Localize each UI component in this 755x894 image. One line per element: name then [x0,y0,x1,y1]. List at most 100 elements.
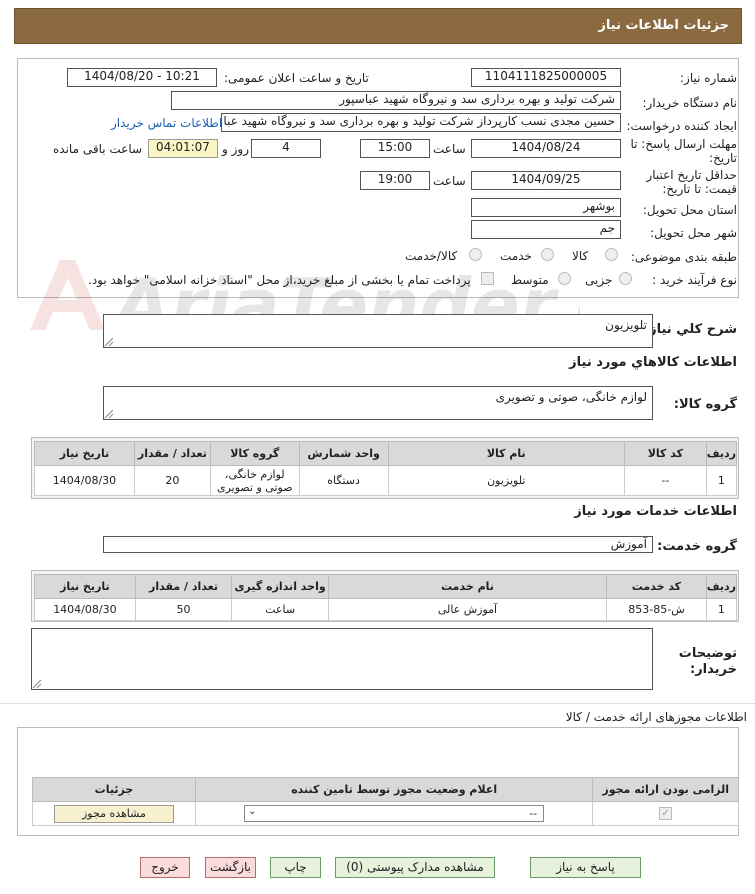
goods-cell-group: لوازم خانگی، صوتی و تصویری [209,465,300,496]
goods-cell-unit: دستگاه [298,465,389,496]
goods-cell-row: 1 [705,465,738,496]
treasury-payment-checkbox[interactable] [481,272,494,285]
services-col-qty: تعداد / مقدار [134,574,233,599]
creator-label: ایجاد کننده درخواست: [626,119,737,133]
treasury-payment-note: پرداخت تمام یا بخشی از مبلغ خرید،از محل … [88,273,471,287]
process-minor-label: جزیی [585,273,613,287]
category-both-label: کالا/خدمت [405,249,458,263]
goods-cell-qty: 20 [133,465,211,496]
services-cell-row: 1 [705,598,738,621]
reply-button[interactable]: پاسخ به نیاز [530,857,641,878]
goods-table-header: ردیف کد کالا نام کالا واحد شمارش گروه کا… [34,441,738,466]
buyer-org-field: شرکت تولید و بهره برداری سد و نیروگاه شه… [171,91,621,110]
validity-label: حداقل تاریخ اعتبار [646,168,737,182]
services-cell-code: ش-85-853 [606,598,707,621]
view-permit-button[interactable]: مشاهده مجوز [53,804,174,823]
permits-section-title: اطلاعات مجوزهای ارائه خدمت / کالا [565,710,747,724]
deadline-time-label: ساعت [433,142,466,156]
validity-time-field: 19:00 [360,171,430,190]
table-row: ✓ ⌄ -- مشاهده مجوز [32,801,739,826]
day-and-label: روز و [222,142,249,156]
announce-field: 1404/08/20 - 10:21 [67,68,217,87]
services-cell-date: 1404/08/30 [34,598,136,621]
services-col-code: کد خدمت [606,574,707,599]
chevron-down-icon: ⌄ [248,806,257,817]
permit-required-checkbox: ✓ [659,807,673,821]
services-cell-qty: 50 [134,598,233,621]
days-remaining-field: 4 [251,139,321,158]
page-title: جزئیات اطلاعات نیاز [598,18,729,33]
category-service-label: خدمت [500,249,532,263]
need-number-label: شماره نیاز: [680,71,737,85]
contact-buyer-link[interactable]: اطلاعات تماس خریدار [111,116,222,130]
deadline-time-field: 15:00 [360,139,430,158]
back-button[interactable]: بازگشت [205,857,256,878]
goods-group-label: گروه کالا: [673,397,737,412]
permits-col-status: اعلام وضعیت مجوز توسط تامین کننده [194,777,594,802]
city-field: جم [471,220,621,239]
process-minor-radio[interactable] [619,272,632,285]
exit-button[interactable]: خروج [140,857,190,878]
deadline-date-field: 1404/08/24 [471,139,621,158]
permits-status-cell: ⌄ -- [194,801,594,826]
deadline-label: مهلت ارسال پاسخ: تا [630,137,737,151]
summary-resize-icon[interactable] [104,337,114,347]
creator-field: حسین مجدی نسب کارپرداز شرکت تولید و بهره… [221,113,621,132]
goods-cell-code: -- [623,465,707,496]
services-col-unit: واحد اندازه گیری [231,574,329,599]
category-label: طبقه بندی موضوعی: [630,250,737,264]
announce-label: تاریخ و ساعت اعلان عمومی: [224,71,369,85]
permits-col-details: جزئیات [32,777,196,802]
permits-details-cell: مشاهده مجوز [32,801,196,826]
goods-col-qty: تعداد / مقدار [133,441,211,466]
process-label: نوع فرآیند خرید : [652,273,737,287]
services-cell-name: آموزش عالی [327,598,608,621]
summary-label: شرح کلي نياز: [643,322,737,337]
province-field: بوشهر [471,198,621,217]
category-goods-radio[interactable] [605,248,618,261]
permit-status-select[interactable]: ⌄ -- [244,805,545,822]
goods-cell-name: تلویزیون [387,465,625,496]
goods-col-group: گروه کالا [209,441,300,466]
services-group-field: آموزش [103,536,653,553]
process-medium-label: متوسط [511,273,549,287]
services-group-label: گروه خدمت: [657,539,737,554]
goods-col-date: تاریخ نیاز [34,441,135,466]
deadline-label-2: تاریخ: [709,151,737,165]
permits-table-header: الزامی بودن ارائه مجوز اعلام وضعیت مجوز … [32,777,739,802]
city-label: شهر محل تحویل: [650,226,737,240]
buyer-notes-field [31,628,653,690]
services-cell-unit: ساعت [231,598,329,621]
permits-col-required: الزامی بودن ارائه مجوز [592,777,739,802]
summary-field: تلویزیون [103,314,653,348]
permits-table: الزامی بودن ارائه مجوز اعلام وضعیت مجوز … [32,777,739,826]
remaining-time-field: 04:01:07 [148,139,218,158]
goods-col-unit: واحد شمارش [298,441,389,466]
permits-required-cell: ✓ [592,801,739,826]
page-header: جزئیات اطلاعات نیاز [14,8,742,44]
table-row: 1 -- تلویزیون دستگاه لوازم خانگی، صوتی و… [34,465,738,496]
print-button[interactable]: چاپ [270,857,321,878]
validity-time-label: ساعت [433,174,466,188]
services-section-title: اطلاعات خدمات مورد نياز [574,504,737,519]
buyer-notes-label-2: خریدار: [690,662,737,677]
goods-group-field: لوازم خانگی، صوتی و تصویری [103,386,653,420]
validity-label-2: قیمت: تا تاریخ: [662,182,737,196]
services-col-name: نام خدمت [327,574,608,599]
category-service-radio[interactable] [541,248,554,261]
goods-table: ردیف کد کالا نام کالا واحد شمارش گروه کا… [34,441,738,496]
province-label: استان محل تحویل: [642,203,737,217]
buyer-notes-resize-icon[interactable] [32,679,42,689]
services-table-header: ردیف کد خدمت نام خدمت واحد اندازه گیری ت… [34,574,738,599]
goods-col-code: کد کالا [623,441,707,466]
goods-col-row: ردیف [705,441,738,466]
goods-col-name: نام کالا [387,441,625,466]
goods-cell-date: 1404/08/30 [34,465,135,496]
services-col-date: تاریخ نیاز [34,574,136,599]
category-both-radio[interactable] [469,248,482,261]
need-number-field: 1104111825000005 [471,68,621,87]
goods-group-resize-icon[interactable] [104,409,114,419]
permits-divider [0,703,755,704]
process-medium-radio[interactable] [558,272,571,285]
attachments-button[interactable]: مشاهده مدارک پیوستی (0) [335,857,495,878]
